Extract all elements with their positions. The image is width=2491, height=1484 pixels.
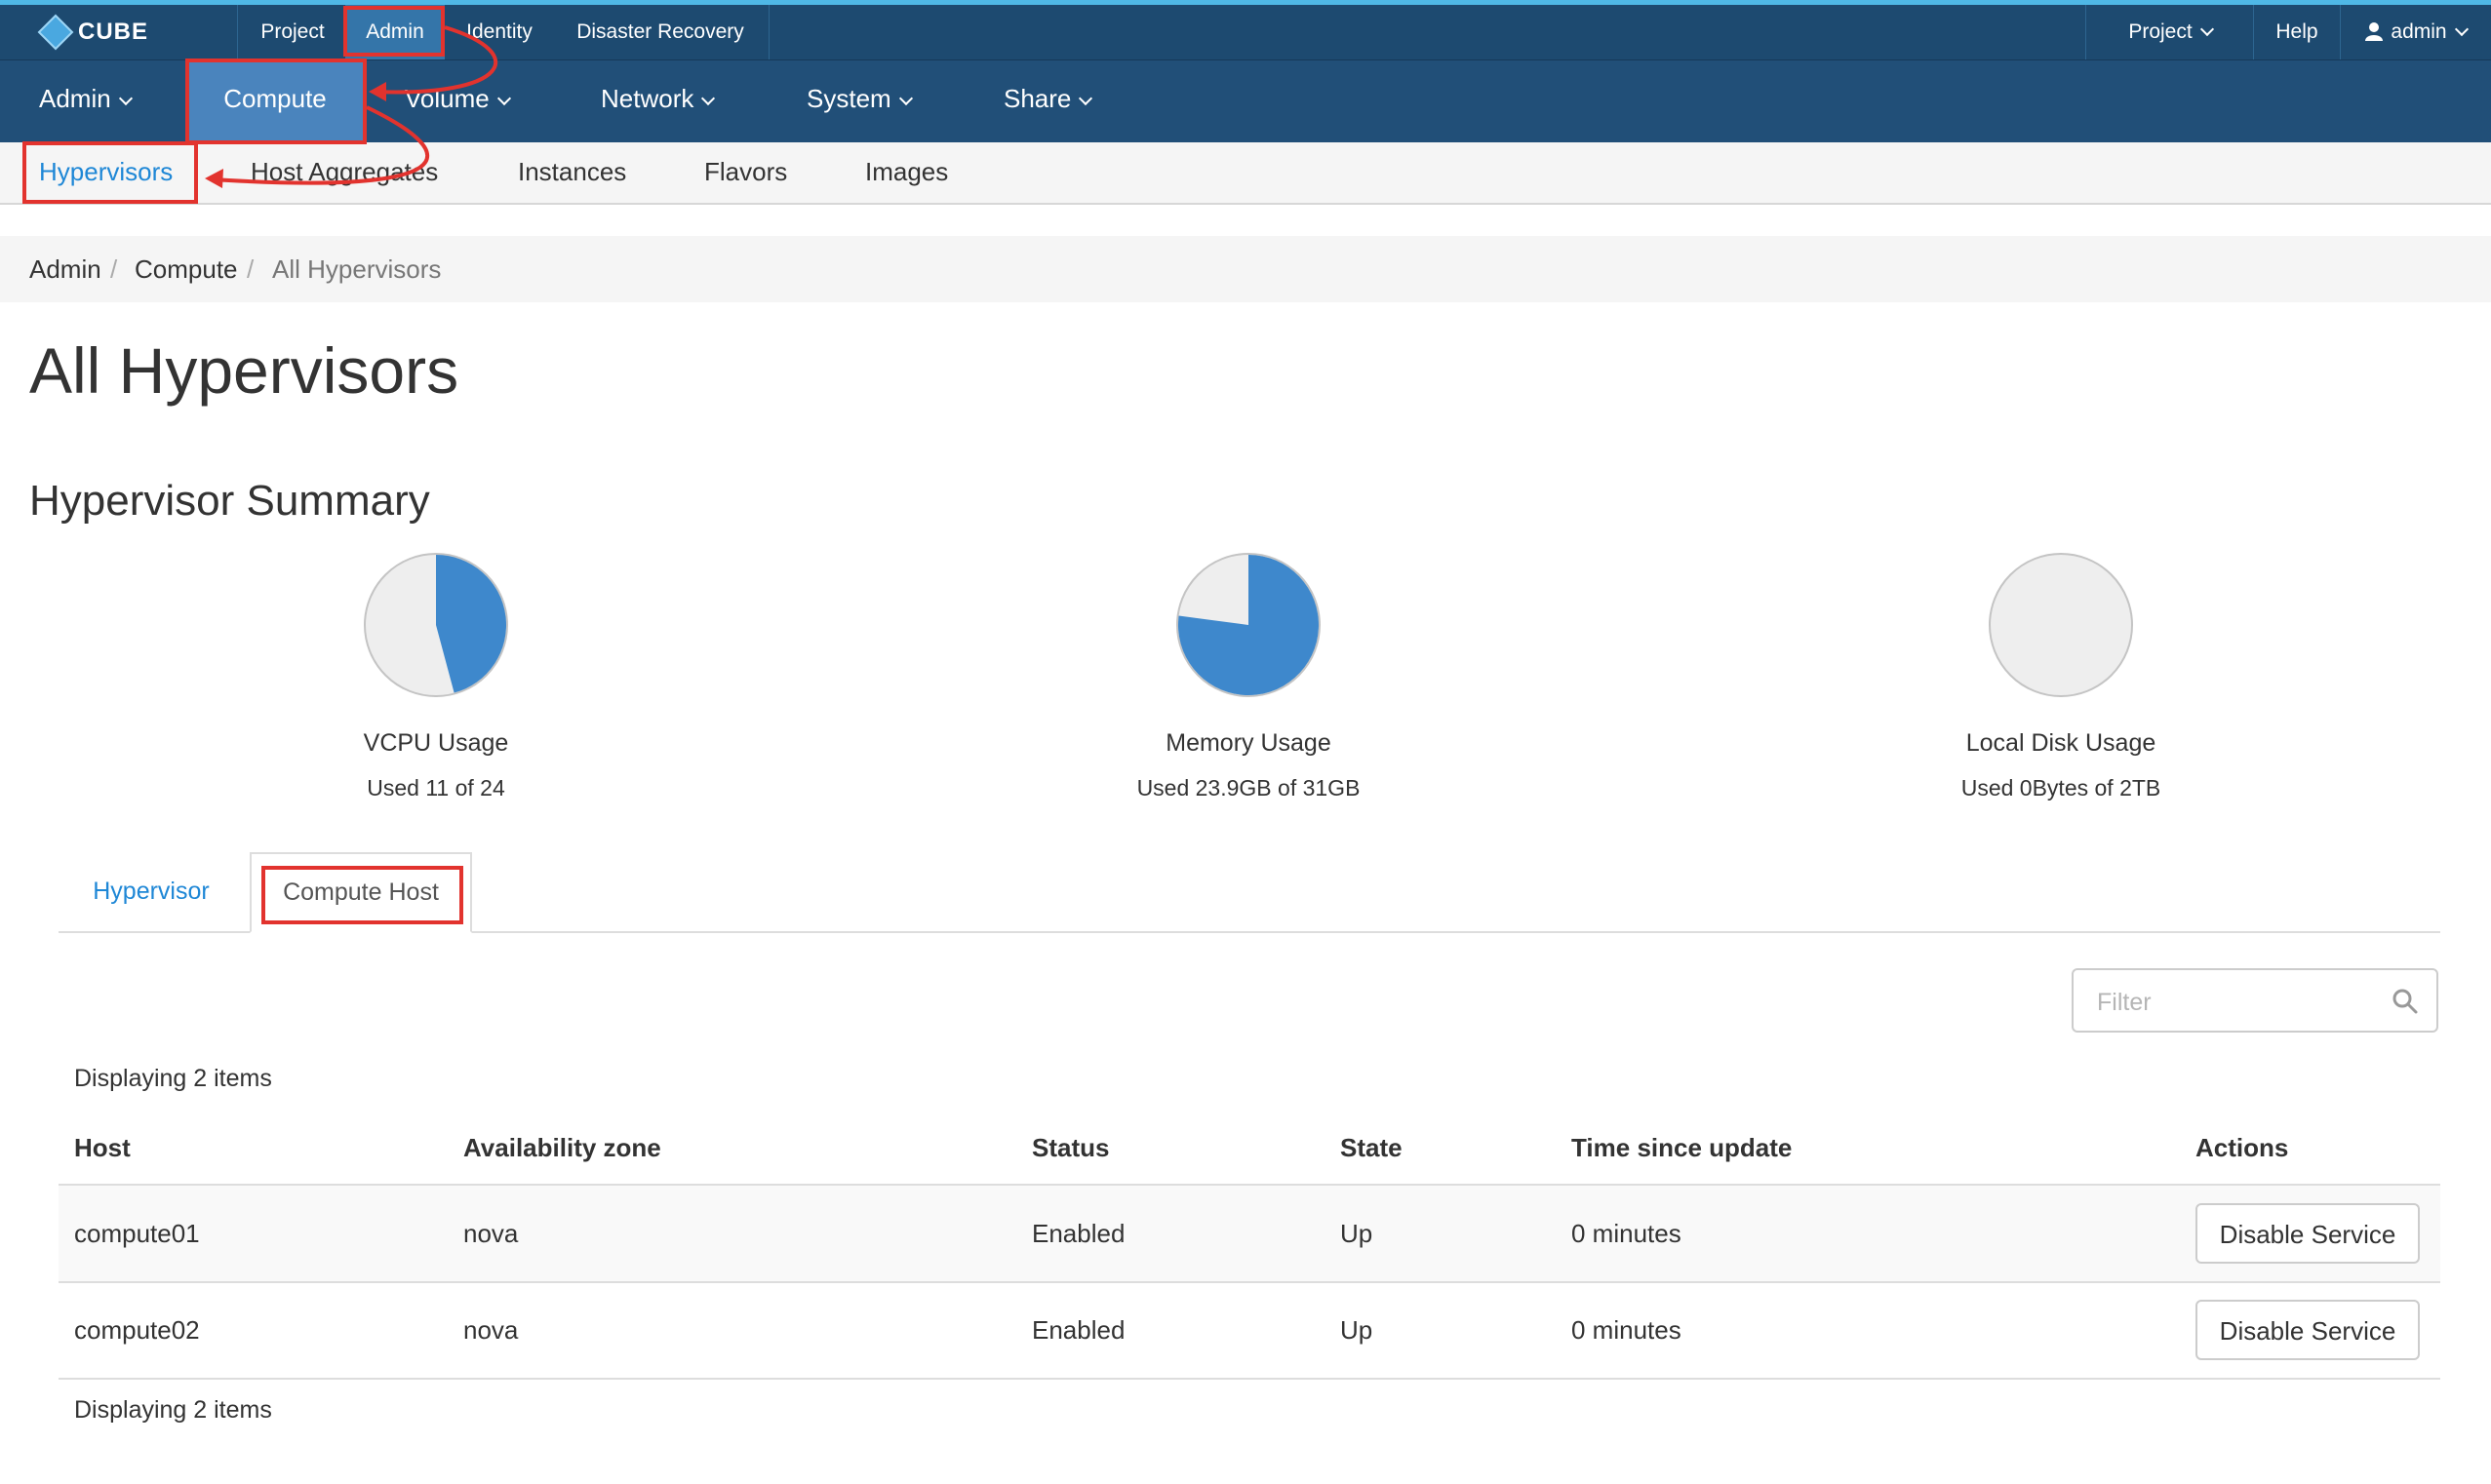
breadcrumb-admin[interactable]: Admin xyxy=(29,236,101,302)
chevron-down-icon xyxy=(496,91,511,106)
highlight-admin-link xyxy=(343,6,445,57)
nav-admin-label: Admin xyxy=(39,84,111,113)
cell-state: Up xyxy=(1340,1219,1373,1248)
cell-host: compute02 xyxy=(74,1315,200,1345)
chevron-down-icon xyxy=(1079,91,1093,106)
vcpu-usage-pie xyxy=(364,553,508,697)
cell-zone: nova xyxy=(463,1219,519,1248)
page-title: All Hypervisors xyxy=(29,334,459,407)
column-host[interactable]: Host xyxy=(74,1117,131,1178)
compute-subnav: Hypervisors Host Aggregates Instances Fl… xyxy=(0,142,2491,205)
memory-usage-label: Memory Usage xyxy=(1166,729,1331,757)
vcpu-usage-label: VCPU Usage xyxy=(363,729,509,757)
breadcrumb-compute[interactable]: Compute xyxy=(135,236,238,302)
cell-state: Up xyxy=(1340,1315,1373,1345)
cell-status: Enabled xyxy=(1032,1315,1126,1345)
nav-system[interactable]: System xyxy=(807,60,913,142)
brand-name: CUBE xyxy=(78,19,149,45)
nav-system-label: System xyxy=(807,84,891,113)
cell-host: compute01 xyxy=(74,1219,200,1248)
user-icon xyxy=(2365,22,2384,41)
help-link[interactable]: Help xyxy=(2254,5,2340,59)
chevron-down-icon xyxy=(898,91,913,106)
nav-share-label: Share xyxy=(1004,84,1072,113)
table-row: compute02 nova Enabled Up 0 minutes Disa… xyxy=(59,1282,2440,1380)
cell-time-since-update: 0 minutes xyxy=(1571,1219,1681,1248)
filter-input[interactable] xyxy=(2095,980,2382,1025)
vcpu-usage-detail: Used 11 of 24 xyxy=(367,775,505,801)
tab-hypervisor[interactable]: Hypervisor xyxy=(59,862,244,930)
chevron-down-icon xyxy=(2454,21,2469,37)
disk-usage-pie xyxy=(1989,553,2133,697)
search-icon[interactable] xyxy=(2392,988,2419,1015)
column-time-since-update[interactable]: Time since update xyxy=(1571,1117,1792,1178)
cell-status: Enabled xyxy=(1032,1219,1126,1248)
chevron-down-icon xyxy=(118,91,133,106)
nav-volume-label: Volume xyxy=(405,84,490,113)
memory-usage-pie xyxy=(1176,553,1321,697)
highlight-hypervisors-subnav xyxy=(22,141,198,204)
disable-service-button[interactable]: Disable Service xyxy=(2195,1300,2420,1360)
memory-usage-detail: Used 23.9GB of 31GB xyxy=(1136,775,1361,801)
top-link-project[interactable]: Project xyxy=(238,5,347,59)
disk-usage-detail: Used 0Bytes of 2TB xyxy=(1960,775,2161,801)
subnav-images[interactable]: Images xyxy=(865,142,948,203)
summary-title: Hypervisor Summary xyxy=(29,477,430,525)
nav-volume[interactable]: Volume xyxy=(405,60,511,142)
disk-usage-label: Local Disk Usage xyxy=(1965,729,2156,757)
cell-zone: nova xyxy=(463,1315,519,1345)
highlight-compute-nav xyxy=(185,59,367,144)
nav-network[interactable]: Network xyxy=(601,60,716,142)
column-availability-zone[interactable]: Availability zone xyxy=(463,1117,661,1178)
disk-pie-free xyxy=(1989,553,2133,697)
project-dropdown[interactable]: Project xyxy=(2087,5,2253,59)
admin-panel-nav: Admin Compute Volume Network System Shar… xyxy=(0,60,2491,142)
filter-box xyxy=(2072,968,2438,1033)
breadcrumb: Admin / Compute / All Hypervisors xyxy=(0,236,2491,302)
chevron-down-icon xyxy=(2199,21,2214,37)
item-count-top: Displaying 2 items xyxy=(74,1065,272,1092)
subnav-flavors[interactable]: Flavors xyxy=(704,142,787,203)
column-actions: Actions xyxy=(2195,1133,2289,1162)
breadcrumb-current: All Hypervisors xyxy=(272,254,442,284)
user-name: admin xyxy=(2391,20,2447,43)
top-link-disaster-recovery[interactable]: Disaster Recovery xyxy=(552,5,769,59)
column-status[interactable]: Status xyxy=(1032,1117,1109,1178)
column-state[interactable]: State xyxy=(1340,1117,1403,1178)
table-row: compute01 nova Enabled Up 0 minutes Disa… xyxy=(59,1186,2440,1283)
subnav-instances[interactable]: Instances xyxy=(518,142,626,203)
project-dropdown-label: Project xyxy=(2128,20,2193,43)
disable-service-button[interactable]: Disable Service xyxy=(2195,1203,2420,1264)
top-link-identity[interactable]: Identity xyxy=(447,5,552,59)
nav-network-label: Network xyxy=(601,84,694,113)
cube-logo-icon xyxy=(37,14,74,51)
chevron-down-icon xyxy=(701,91,716,106)
nav-admin[interactable]: Admin xyxy=(39,60,133,142)
user-menu[interactable]: admin xyxy=(2341,5,2491,59)
item-count-bottom: Displaying 2 items xyxy=(74,1396,272,1424)
breadcrumb-separator: / xyxy=(110,254,118,284)
highlight-compute-host-tab xyxy=(261,866,463,924)
breadcrumb-separator: / xyxy=(247,254,255,284)
subnav-host-aggregates[interactable]: Host Aggregates xyxy=(251,142,438,203)
brand-logo[interactable]: CUBE xyxy=(37,14,149,51)
nav-share[interactable]: Share xyxy=(1004,60,1093,142)
cell-time-since-update: 0 minutes xyxy=(1571,1315,1681,1345)
table-header: Host Availability zone Status State Time… xyxy=(59,1117,2440,1188)
